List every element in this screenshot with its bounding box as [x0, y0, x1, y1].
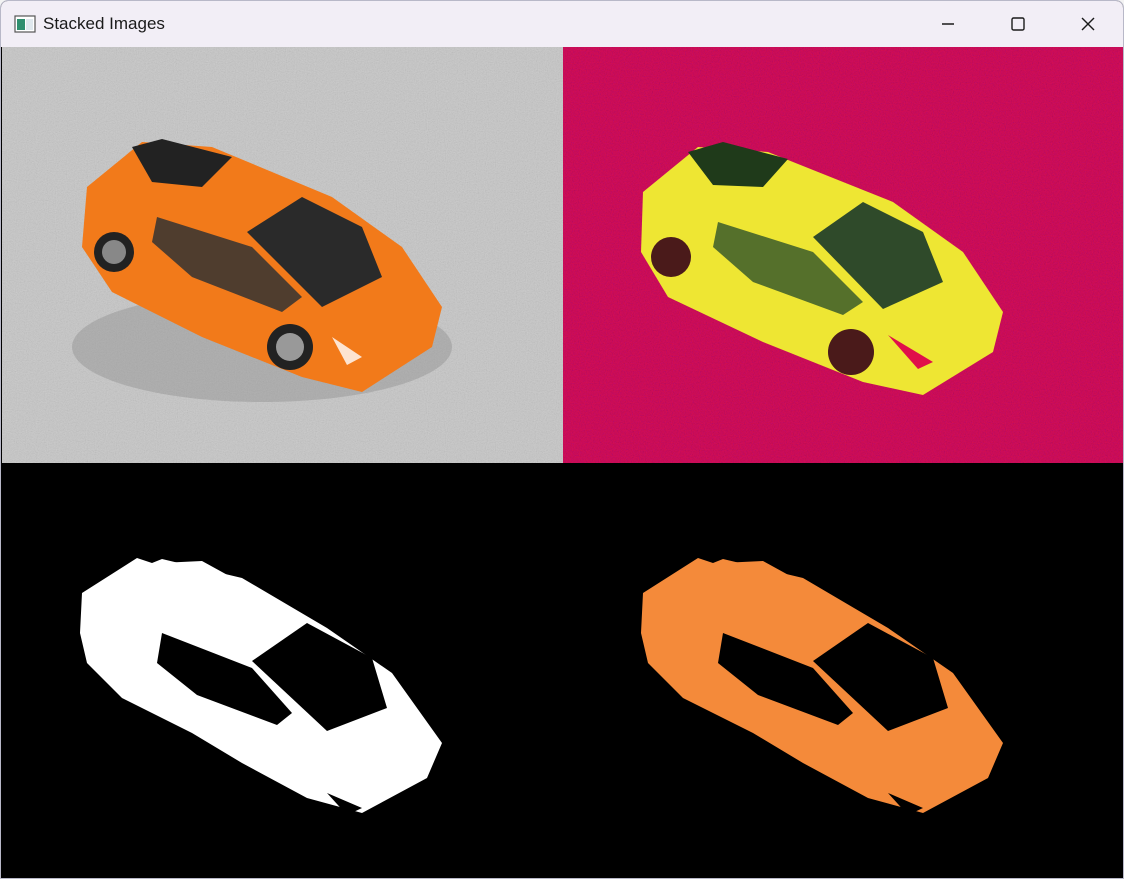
window-title: Stacked Images: [43, 14, 165, 33]
hsv-image: [563, 47, 1123, 463]
minimize-button[interactable]: [913, 1, 983, 47]
title-bar[interactable]: Stacked Images: [1, 1, 1123, 47]
image-grid: [2, 47, 1123, 878]
app-window: Stacked Images: [0, 0, 1124, 879]
mask-image: [2, 463, 563, 878]
maximize-button[interactable]: [983, 1, 1053, 47]
original-image: [2, 47, 563, 463]
result-image: [563, 463, 1123, 878]
close-button[interactable]: [1053, 1, 1123, 47]
close-icon: [1081, 17, 1095, 31]
app-window-icon: [14, 15, 36, 33]
minimize-icon: [942, 23, 954, 25]
maximize-icon: [1011, 17, 1025, 31]
